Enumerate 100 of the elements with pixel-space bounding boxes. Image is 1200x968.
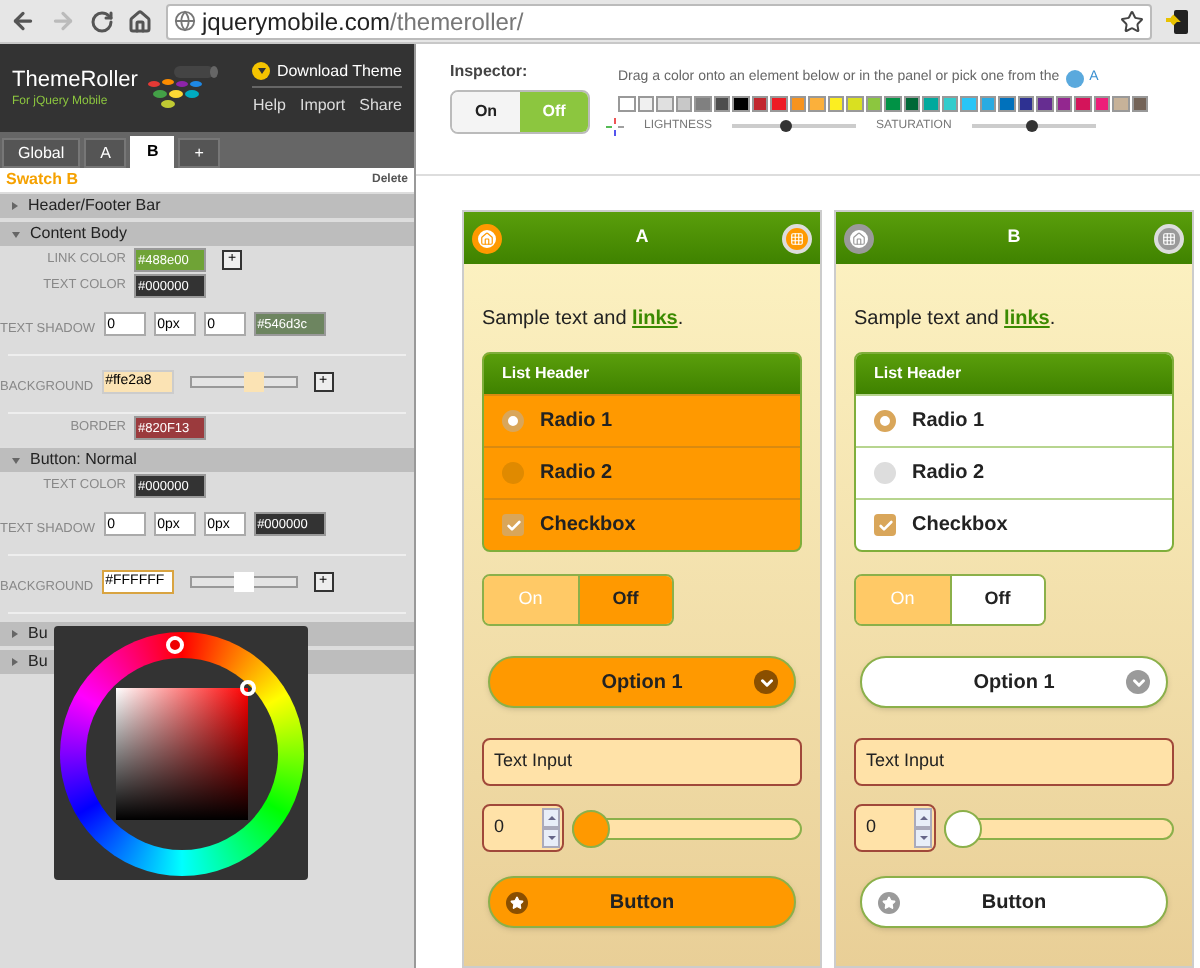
hue-handle[interactable] [165,635,183,653]
address-bar[interactable]: jquerymobile.com/themeroller/ [166,3,1152,39]
palette-swatch[interactable] [1036,95,1053,111]
sample-text: Sample text and links. [854,306,1058,334]
kuler-icon[interactable] [1065,69,1084,88]
palette-swatch[interactable] [846,95,863,111]
home-icon[interactable] [128,9,152,33]
swatch-tab[interactable]: + [178,138,220,168]
adjust-slider-thumb[interactable] [1025,120,1038,132]
palette-swatch[interactable] [732,95,749,111]
section-title: Bu [28,650,48,674]
list-row[interactable]: Radio 1 [484,394,800,446]
back-icon[interactable] [10,8,36,34]
swatch-tab[interactable]: Global [2,138,81,168]
list-row[interactable]: Checkbox [856,498,1172,550]
list-row[interactable]: Radio 2 [856,446,1172,498]
section-header[interactable]: Header/Footer Bar [0,192,414,218]
download-icon [252,62,271,80]
radio-button[interactable] [874,462,896,484]
bookmark-star-icon[interactable] [1120,9,1144,33]
header-link[interactable]: Import [299,93,346,117]
palette-swatch[interactable] [922,95,939,111]
spin-up-icon[interactable] [914,808,932,828]
palette-swatch[interactable] [903,95,920,111]
header-link[interactable]: Help [253,93,286,117]
spin-up-icon[interactable] [542,808,560,828]
sample-link[interactable]: links [1004,308,1050,330]
flip-toggle-segment[interactable]: Off [577,576,672,624]
reload-icon[interactable] [90,9,114,33]
spin-down-icon[interactable] [914,828,932,848]
preview-title: B [1007,224,1021,251]
section-header[interactable]: Content Body [0,220,414,246]
text-input-field[interactable]: Text Input [854,738,1174,786]
checkbox[interactable] [502,514,524,536]
range-slider-thumb[interactable] [572,809,610,847]
download-theme-link[interactable]: Download Theme [252,59,402,87]
sample-link[interactable]: links [632,308,678,330]
home-button-icon[interactable] [472,223,502,253]
radio-button[interactable] [502,462,524,484]
saturation-handle[interactable] [240,680,256,696]
palette-swatch[interactable] [1093,95,1110,111]
color-slider-thumb[interactable] [243,372,264,392]
palette-swatch[interactable] [713,95,730,111]
select-menu[interactable]: Option 1 [860,656,1168,708]
section-title: Content Body [30,222,127,246]
palette-swatch[interactable] [865,95,882,111]
flip-toggle-segment[interactable]: Off [949,576,1044,624]
list-row[interactable]: Checkbox [484,498,800,550]
palette-swatch[interactable] [808,95,825,111]
app-title: ThemeRoller [12,67,138,93]
section-header[interactable]: Button: Normal [0,446,414,472]
radio-button[interactable] [874,410,896,432]
home-button-icon[interactable] [844,223,874,253]
number-spinner-field[interactable]: 0 [854,804,936,852]
swatch-tab[interactable]: A [84,138,127,168]
palette-swatch[interactable] [694,95,711,111]
header-link[interactable]: Share [359,93,402,117]
palette-swatch[interactable] [1017,95,1034,111]
palette-swatch[interactable] [618,95,635,111]
preview-button[interactable]: Button [488,876,796,928]
palette-swatch[interactable] [884,95,901,111]
range-slider-thumb[interactable] [944,809,982,847]
radio-button[interactable] [502,410,524,432]
preview-button[interactable]: Button [860,876,1168,928]
list-row[interactable]: Radio 1 [856,394,1172,446]
palette-swatch[interactable] [656,95,673,111]
range-slider[interactable] [572,809,802,847]
checkbox[interactable] [874,514,896,536]
palette-swatch[interactable] [998,95,1015,111]
palette-swatch[interactable] [751,95,768,111]
palette-swatch[interactable] [637,95,654,111]
text-input-field[interactable]: Text Input [482,738,802,786]
list-row[interactable]: Radio 2 [484,446,800,498]
eyedropper-icon[interactable] [606,117,624,135]
palette-swatch[interactable] [1074,95,1091,111]
select-menu[interactable]: Option 1 [488,656,796,708]
grid-button-icon[interactable] [1154,223,1184,253]
palette-swatch[interactable] [789,95,806,111]
list-header: List Header [856,354,1172,394]
palette-swatch[interactable] [1055,95,1072,111]
palette-swatch[interactable] [960,95,977,111]
color-slider[interactable] [189,572,298,592]
palette-swatch[interactable] [770,95,787,111]
color-slider[interactable] [189,372,298,392]
spin-down-icon[interactable] [542,828,560,848]
adjust-slider-thumb[interactable] [779,120,792,132]
number-spinner-field[interactable]: 0 [482,804,564,852]
palette-swatch[interactable] [979,95,996,111]
palette-swatch[interactable] [941,95,958,111]
range-slider[interactable] [944,809,1174,847]
saturation-square[interactable] [115,687,247,819]
palette-swatch[interactable] [1131,95,1148,111]
swatch-tab[interactable]: B [130,136,175,168]
grid-button-icon[interactable] [782,223,812,253]
palette-swatch[interactable] [827,95,844,111]
inspector-toggle[interactable]: On [452,92,520,132]
extension-icon[interactable] [1166,7,1190,35]
color-slider-thumb[interactable] [233,572,254,592]
palette-swatch[interactable] [1112,95,1129,111]
palette-swatch[interactable] [675,95,692,111]
